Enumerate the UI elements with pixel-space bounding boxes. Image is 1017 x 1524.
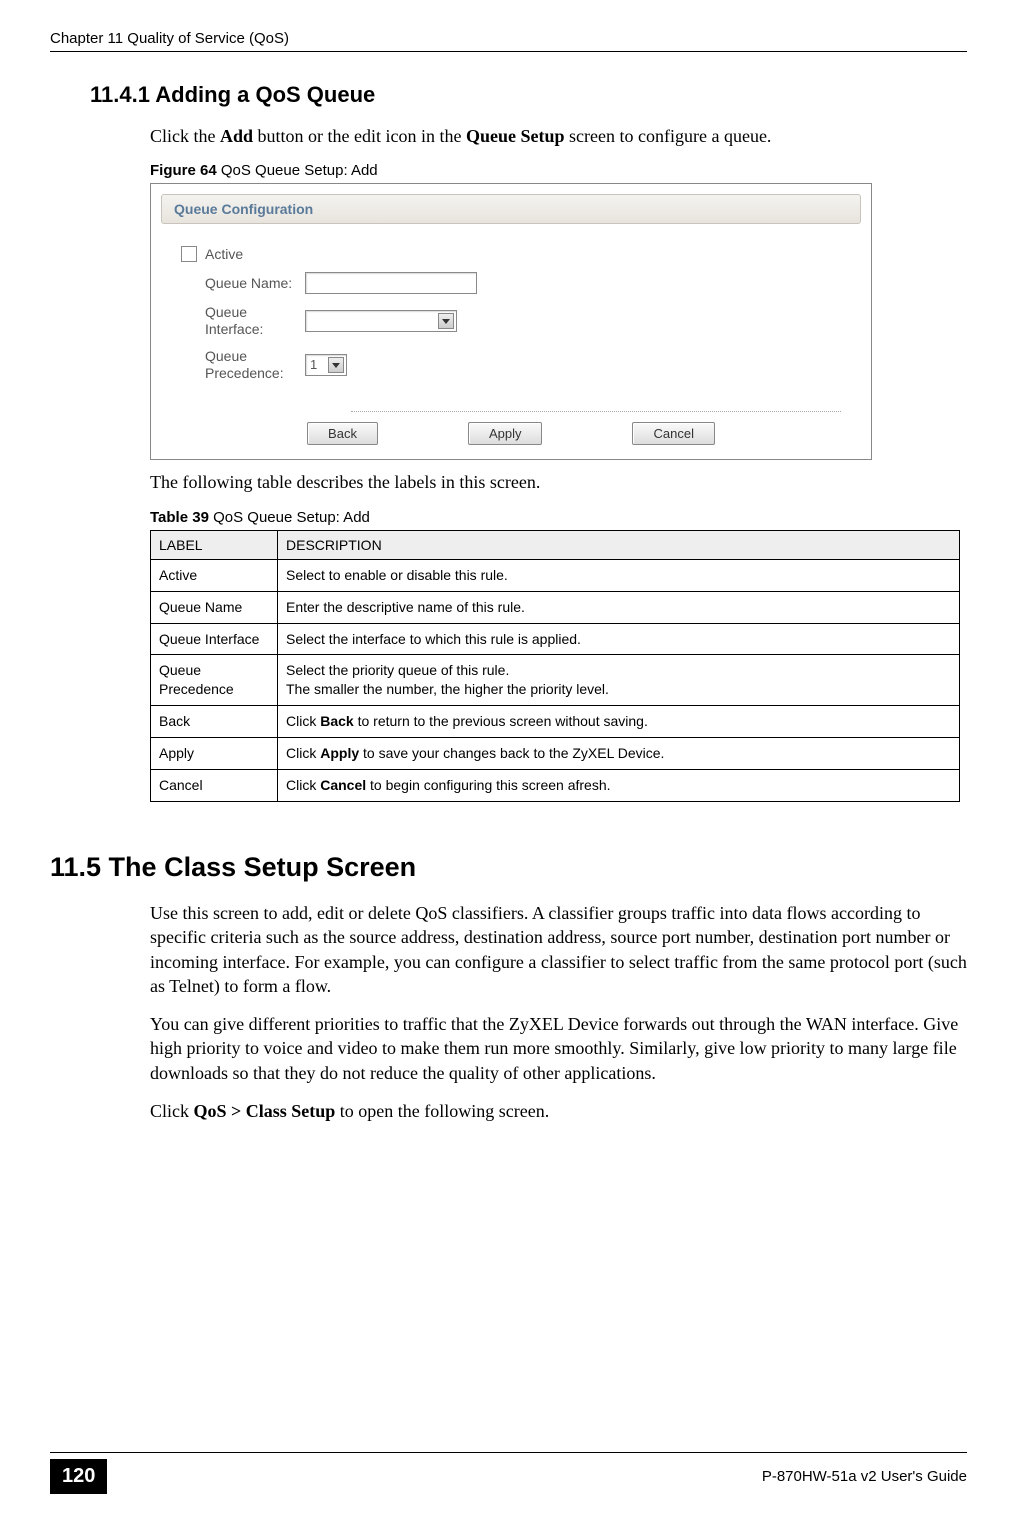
cell-label: Active <box>151 559 278 591</box>
queue-interface-select[interactable] <box>305 310 457 332</box>
figure-caption: Figure 64 QoS Queue Setup: Add <box>150 162 967 179</box>
table-row: Apply Click Apply to save your changes b… <box>151 738 960 770</box>
table-caption: Table 39 QoS Queue Setup: Add <box>150 509 967 526</box>
text-bold: Queue Setup <box>466 126 565 146</box>
cell-label: Back <box>151 706 278 738</box>
intro-paragraph: Click the Add button or the edit icon in… <box>150 124 967 148</box>
text-bold: Cancel <box>320 777 366 793</box>
queue-precedence-value: 1 <box>306 357 317 372</box>
table-title: QoS Queue Setup: Add <box>213 509 370 526</box>
cancel-button[interactable]: Cancel <box>632 422 714 445</box>
figure-label: Figure 64 <box>150 162 221 179</box>
cell-desc: Click Back to return to the previous scr… <box>278 706 960 738</box>
table-row: Queue Interface Select the interface to … <box>151 623 960 655</box>
text: Click <box>286 745 320 761</box>
active-checkbox[interactable] <box>181 246 197 262</box>
text: to save your changes back to the ZyXEL D… <box>359 745 664 761</box>
apply-button[interactable]: Apply <box>468 422 543 445</box>
queue-interface-label: Queue Interface: <box>205 304 305 338</box>
cell-desc: Select the priority queue of this rule. … <box>278 655 960 706</box>
cell-desc: Click Apply to save your changes back to… <box>278 738 960 770</box>
text: Click <box>286 713 320 729</box>
description-table: LABEL DESCRIPTION Active Select to enabl… <box>150 530 960 802</box>
table-row: Queue Name Enter the descriptive name of… <box>151 591 960 623</box>
cell-label: Queue Name <box>151 591 278 623</box>
section-heading-11-5: 11.5 The Class Setup Screen <box>50 852 967 883</box>
text: screen to configure a queue. <box>565 126 772 146</box>
text: to begin configuring this screen afresh. <box>366 777 610 793</box>
cell-label: Apply <box>151 738 278 770</box>
guide-name: P-870HW-51a v2 User's Guide <box>762 1468 967 1485</box>
text-bold: QoS > Class Setup <box>194 1101 336 1121</box>
table-header-desc: DESCRIPTION <box>278 530 960 559</box>
dialog-title: Queue Configuration <box>161 194 861 224</box>
section-heading-11-4-1: 11.4.1 Adding a QoS Queue <box>90 82 967 108</box>
queue-precedence-label: Queue Precedence: <box>205 348 305 382</box>
figure-title: QoS Queue Setup: Add <box>221 162 378 179</box>
table-row: Back Click Back to return to the previou… <box>151 706 960 738</box>
cell-desc: Select the interface to which this rule … <box>278 623 960 655</box>
screenshot-queue-config: Queue Configuration Active Queue Name: Q… <box>150 183 872 460</box>
text: button or the edit icon in the <box>253 126 466 146</box>
post-figure-text: The following table describes the labels… <box>150 470 967 494</box>
text: to return to the previous screen without… <box>354 713 648 729</box>
cell-label: Cancel <box>151 770 278 802</box>
cell-desc: Enter the descriptive name of this rule. <box>278 591 960 623</box>
text: Click the <box>150 126 220 146</box>
table-row: Active Select to enable or disable this … <box>151 559 960 591</box>
table-row: Queue Precedence Select the priority que… <box>151 655 960 706</box>
page-number: 120 <box>50 1459 107 1494</box>
table-header-label: LABEL <box>151 530 278 559</box>
back-button[interactable]: Back <box>307 422 378 445</box>
table-row: Cancel Click Cancel to begin configuring… <box>151 770 960 802</box>
queue-name-input[interactable] <box>305 272 477 294</box>
queue-precedence-select[interactable]: 1 <box>305 354 347 376</box>
table-label: Table 39 <box>150 509 213 526</box>
text: Click <box>150 1101 194 1121</box>
text-bold: Apply <box>320 745 359 761</box>
text: to open the following screen. <box>335 1101 549 1121</box>
queue-name-label: Queue Name: <box>205 275 305 292</box>
cell-desc: Click Cancel to begin configuring this s… <box>278 770 960 802</box>
cell-label: Queue Interface <box>151 623 278 655</box>
cell-desc: Select to enable or disable this rule. <box>278 559 960 591</box>
page-footer: 120 P-870HW-51a v2 User's Guide <box>50 1452 967 1494</box>
body-paragraph: You can give different priorities to tra… <box>150 1012 967 1085</box>
cell-label: Queue Precedence <box>151 655 278 706</box>
chapter-header: Chapter 11 Quality of Service (QoS) <box>50 30 967 52</box>
body-paragraph: Click QoS > Class Setup to open the foll… <box>150 1099 967 1123</box>
body-paragraph: Use this screen to add, edit or delete Q… <box>150 901 967 998</box>
text-bold: Back <box>320 713 353 729</box>
text: Click <box>286 777 320 793</box>
active-label: Active <box>205 246 243 262</box>
text-bold: Add <box>220 126 253 146</box>
